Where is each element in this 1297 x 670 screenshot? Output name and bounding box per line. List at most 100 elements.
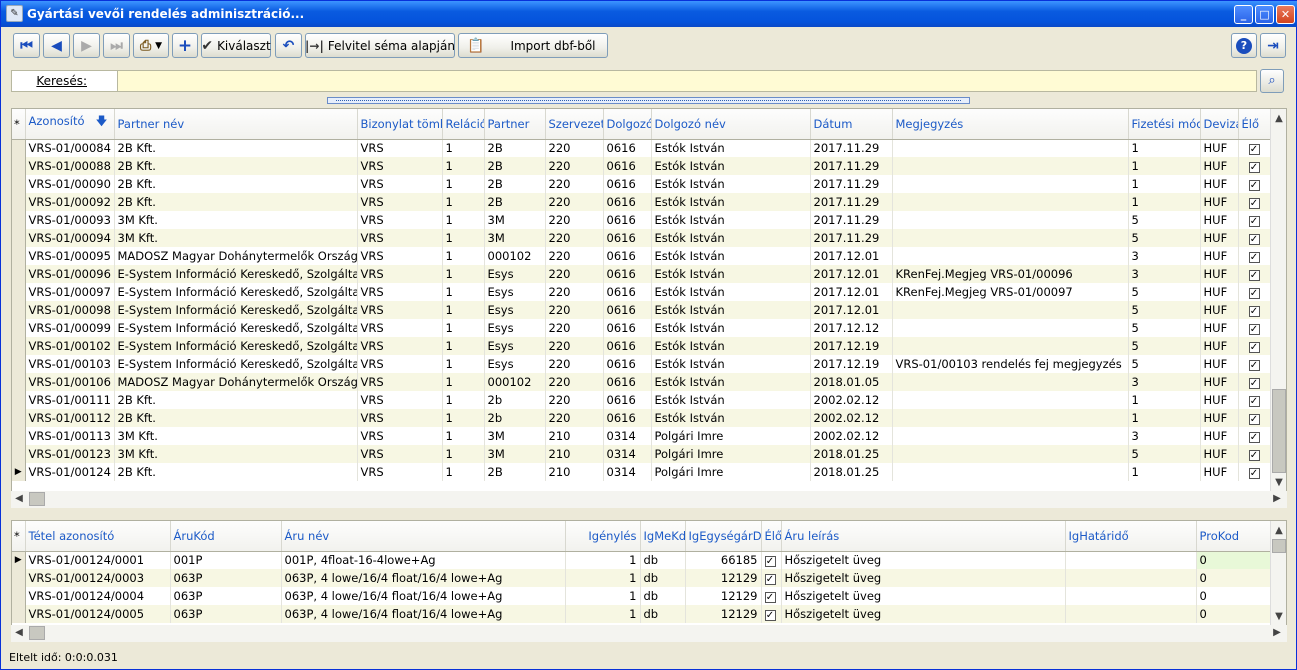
table-cell[interactable]: 220	[545, 319, 604, 337]
table-cell[interactable]: 1	[1128, 157, 1201, 175]
table-cell[interactable]: HUF	[1200, 427, 1239, 445]
row-indicator[interactable]	[12, 569, 26, 587]
table-cell[interactable]: 3M	[484, 427, 546, 445]
column-header[interactable]: ProKod	[1196, 521, 1271, 552]
table-cell[interactable]: VRS	[357, 463, 443, 481]
column-header[interactable]: Élő	[1238, 109, 1271, 140]
table-cell[interactable]: 1	[442, 427, 485, 445]
table-cell[interactable]: 220	[545, 301, 604, 319]
table-cell[interactable]: Estók István	[651, 211, 811, 229]
row-indicator[interactable]	[12, 265, 26, 283]
table-cell[interactable]: VRS-01/00124/0004	[25, 587, 171, 605]
table-cell[interactable]: 2B	[484, 139, 546, 157]
checkbox-checked-icon[interactable]: ✓	[1248, 324, 1260, 335]
table-cell[interactable]	[892, 247, 1129, 265]
table-cell[interactable]: 2017.11.29	[810, 157, 893, 175]
table-cell[interactable]: 5	[1128, 337, 1201, 355]
table-cell[interactable]: 1	[565, 569, 641, 587]
table-cell[interactable]: 2017.12.12	[810, 319, 893, 337]
table-cell[interactable]: VRS	[357, 337, 443, 355]
active-checkbox-cell[interactable]: ✓	[1238, 319, 1271, 337]
table-cell[interactable]: 2B Kft.	[114, 193, 358, 211]
table-cell[interactable]: 5	[1128, 211, 1201, 229]
table-cell[interactable]: 1	[442, 175, 485, 193]
table-cell[interactable]: 0616	[603, 175, 652, 193]
table-cell[interactable]: 3	[1128, 427, 1201, 445]
table-cell[interactable]: 0616	[603, 211, 652, 229]
table-cell[interactable]: Estók István	[651, 319, 811, 337]
table-cell[interactable]: 2018.01.25	[810, 445, 893, 463]
scroll-up-icon[interactable]: ▲	[1271, 113, 1286, 124]
table-cell[interactable]: VRS-01/00112	[25, 409, 115, 427]
table-cell[interactable]: 2002.02.12	[810, 427, 893, 445]
table-cell[interactable]: VRS	[357, 139, 443, 157]
table-cell[interactable]	[1065, 569, 1197, 587]
row-indicator[interactable]	[12, 373, 26, 391]
checkbox-checked-icon[interactable]: ✓	[1248, 360, 1260, 371]
table-cell[interactable]: E-System Információ Kereskedő, Szolgálta…	[114, 283, 358, 301]
table-cell[interactable]: 0616	[603, 283, 652, 301]
row-indicator[interactable]	[12, 175, 26, 193]
table-cell[interactable]: 210	[545, 463, 604, 481]
table-row[interactable]: VRS-01/00096 E-System Információ Keresked…	[12, 265, 1271, 283]
table-cell[interactable]: HUF	[1200, 445, 1239, 463]
table-cell[interactable]: VRS	[357, 283, 443, 301]
table-cell[interactable]: VRS	[357, 301, 443, 319]
table-cell[interactable]: E-System Információ Kereskedő, Szolgálta…	[114, 319, 358, 337]
row-indicator[interactable]	[12, 427, 26, 445]
table-cell[interactable]	[892, 373, 1129, 391]
row-indicator[interactable]	[12, 337, 26, 355]
row-indicator[interactable]	[12, 211, 26, 229]
table-cell[interactable]: Hőszigetelt üveg	[781, 587, 1066, 605]
table-cell[interactable]: VRS-01/00103 rendelés fej megjegyzés	[892, 355, 1129, 373]
active-checkbox-cell[interactable]: ✓	[1238, 193, 1271, 211]
column-header[interactable]: Áru leírás	[781, 521, 1066, 552]
table-cell[interactable]: 2017.11.29	[810, 211, 893, 229]
table-cell[interactable]: VRS-01/00098	[25, 301, 115, 319]
checkbox-checked-icon[interactable]: ✓	[1248, 144, 1260, 156]
title-bar[interactable]: ✎ Gyártási vevői rendelés adminisztráció…	[1, 1, 1297, 27]
table-cell[interactable]: 2017.12.01	[810, 301, 893, 319]
table-cell[interactable]: 0616	[603, 373, 652, 391]
table-cell[interactable]: HUF	[1200, 301, 1239, 319]
table-cell[interactable]: 2017.12.19	[810, 355, 893, 373]
main-vscroll-thumb[interactable]	[1272, 389, 1286, 473]
table-cell[interactable]	[892, 157, 1129, 175]
active-checkbox-cell[interactable]: ✓	[1238, 337, 1271, 355]
active-checkbox-cell[interactable]: ✓	[1238, 445, 1271, 463]
exit-button[interactable]: ⇥	[1260, 33, 1286, 58]
table-cell[interactable]: 0616	[603, 337, 652, 355]
table-cell[interactable]: HUF	[1200, 283, 1239, 301]
table-row[interactable]: VRS-01/00088 2B Kft. VRS 1 2B 220 0616 Estók Is…	[12, 157, 1271, 175]
checkbox-checked-icon[interactable]: ✓	[1248, 468, 1260, 479]
column-header[interactable]: ÁruKód	[170, 521, 282, 552]
table-row[interactable]: VRS-01/00090 2B Kft. VRS 1 2B 220 0616 Estók Is…	[12, 175, 1271, 193]
table-cell[interactable]: VRS-01/00124/0005	[25, 605, 171, 623]
column-header[interactable]: Reláció	[442, 109, 485, 140]
row-indicator[interactable]	[12, 193, 26, 211]
table-cell[interactable]: HUF	[1200, 193, 1239, 211]
table-cell[interactable]: HUF	[1200, 247, 1239, 265]
checkbox-checked-icon[interactable]: ✓	[764, 574, 776, 585]
table-cell[interactable]: Polgári Imre	[651, 445, 811, 463]
active-checkbox-cell[interactable]: ✓	[1238, 283, 1271, 301]
column-header[interactable]: Bizonylat tömb	[357, 109, 443, 140]
table-cell[interactable]: 3M	[484, 229, 546, 247]
table-cell[interactable]: HUF	[1200, 391, 1239, 409]
checkbox-checked-icon[interactable]: ✓	[1248, 234, 1260, 245]
table-row[interactable]: VRS-01/00098 E-System Információ Keresked…	[12, 301, 1271, 319]
table-cell[interactable]: 1	[442, 409, 485, 427]
table-cell[interactable]: 220	[545, 229, 604, 247]
table-cell[interactable]: 0616	[603, 391, 652, 409]
scroll-left-icon[interactable]: ◀	[11, 627, 27, 638]
checkbox-checked-icon[interactable]: ✓	[1248, 252, 1260, 263]
table-cell[interactable]: 1	[442, 157, 485, 175]
table-cell[interactable]: VRS-01/00095	[25, 247, 115, 265]
table-cell[interactable]	[892, 211, 1129, 229]
table-cell[interactable]: db	[640, 569, 686, 587]
table-cell[interactable]: VRS-01/00088	[25, 157, 115, 175]
table-cell[interactable]: 220	[545, 247, 604, 265]
row-indicator[interactable]	[12, 319, 26, 337]
table-cell[interactable]: Estók István	[651, 247, 811, 265]
table-cell[interactable]: 2017.12.01	[810, 265, 893, 283]
